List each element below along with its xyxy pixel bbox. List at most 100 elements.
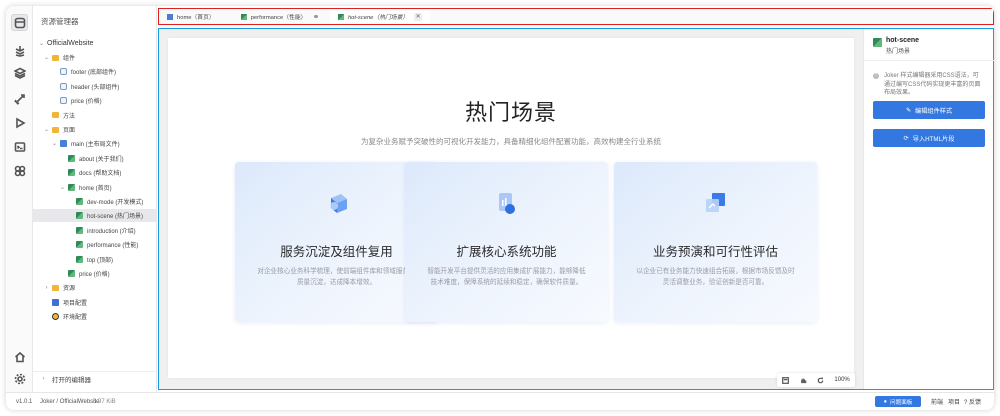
problems-icon: ● [883,398,887,405]
tree-item-label: 资源 [63,286,76,293]
tree-item-label: home (首页) [79,185,112,192]
tab-home[interactable]: home（首页） [159,10,223,24]
page-icon [68,183,75,191]
explorer-title: 资源管理器 [41,17,79,26]
tree-item-label: about (关于我们) [79,156,124,163]
tree-item-label: dev-mode (开发模式) [87,200,144,206]
home-icon[interactable] [11,348,28,365]
explorer-icon[interactable] [11,14,28,31]
tree-item[interactable]: ⌄ home (首页) [33,181,156,194]
tree-item[interactable]: header (头部组件) [33,80,156,93]
layers-icon[interactable] [11,64,28,81]
project-button[interactable]: 项目 [948,397,960,406]
tree-item[interactable]: top (顶部) [33,253,156,266]
tree-item[interactable]: price (价格) [33,94,156,107]
tree-item[interactable]: footer (底部组件) [33,65,156,78]
plugins-icon[interactable] [11,162,28,179]
tree-item[interactable]: › 资源 [33,281,156,294]
comp-icon [60,68,67,76]
tree-item-label: 组件 [63,56,76,62]
tree-item[interactable]: 环境配置 [33,310,156,323]
tree-item-label: 页面 [63,128,76,134]
tab-performance[interactable]: performance（性能） [233,10,326,24]
folder-icon [52,54,59,61]
edit-icon: ✎ [905,106,912,114]
frontend-button[interactable]: 前端 [931,397,943,406]
chevron-right-icon: › [45,284,48,291]
tree-item[interactable]: dev-mode (开发模式) [33,195,156,208]
close-icon[interactable]: ✕ [414,12,423,21]
scene-card-2[interactable]: 扩展核心系统功能 智能开发平台提供灵活的应用集成扩展能力，能够降低技术难度，保障… [405,162,608,322]
tree-item[interactable]: price (价格) [33,267,156,280]
tree-item-label: footer (底部组件) [71,70,117,77]
zoom-level[interactable]: 100% [834,377,849,383]
component-subtitle: 热门场景 [886,49,911,55]
env-icon [52,313,59,321]
chevron-right-icon: › [42,375,45,382]
ruler-icon[interactable] [782,376,790,384]
tree-item[interactable]: introduction (介绍) [33,224,156,237]
refresh-icon[interactable] [817,376,824,384]
tree-item-label: main (主布局文件) [71,142,120,149]
folder-icon [52,112,59,119]
tree-item-label: hot-scene (热门场景) [87,214,144,221]
settings-icon[interactable] [11,370,28,387]
edit-style-button[interactable]: ✎ 编辑组件样式 [873,101,985,119]
file-size: 6.97 KiB [93,398,116,405]
folder-icon [52,126,59,133]
console-icon[interactable] [11,138,28,155]
tree-item[interactable]: ⌄ 页面 [33,123,156,136]
tree-item[interactable]: hot-scene (热门场景) [33,209,156,223]
chevron-down-icon: ⌄ [43,55,50,61]
problems-panel-button[interactable]: ● 问题面板 [875,396,921,407]
tree-item[interactable]: about (关于我们) [33,152,156,165]
tree-item[interactable]: 项目配置 [33,296,156,309]
properties-panel: hot-scene 热门场景 ! Joker 样式编辑器采用CSS语法，可通过编… [863,29,994,389]
comp-icon [60,82,67,90]
tree-item-label: price (价格) [71,99,102,106]
chevron-down-icon: ⌄ [59,184,66,191]
tree-item[interactable]: ⌄ main (主布局文件) [33,137,156,150]
editor-area: 热门场景 为复杂业务赋予突破性的可视化开发能力，具备精细化组件配置功能，高效构建… [158,28,994,390]
tree-item-label: introduction (介绍) [87,228,136,235]
info-icon: ! [873,73,879,79]
import-icon: ⟳ [903,134,909,142]
page-icon [337,13,344,20]
open-editors-section[interactable]: › 打开的编辑器 [33,371,156,385]
tree-item-label: 环境配置 [63,315,88,322]
feedback-button[interactable]: ? 反馈 [964,397,981,406]
scene-card-3[interactable]: 业务预演和可行性评估 以企业已有业务能力快速组合拓展，根据市场反馈及时灵活调整业… [614,162,817,322]
comp-icon [60,97,67,105]
run-icon[interactable] [11,114,28,131]
evaluate-icon [706,193,725,212]
tree-item-label: header (头部组件) [71,84,120,91]
tree-item[interactable]: docs (帮助文档) [33,166,156,179]
rocket-icon[interactable] [11,90,28,107]
modified-dot-icon [314,14,318,19]
import-html-button[interactable]: ⟳ 导入HTML片段 [873,129,985,147]
components-icon[interactable] [11,42,28,59]
project-root[interactable]: ⌄ OfficialWebsite [33,37,156,50]
tree-item[interactable]: performance (性能) [33,238,156,251]
tree-item[interactable]: 方法 [33,109,156,122]
design-canvas[interactable]: 热门场景 为复杂业务赋予突破性的可视化开发能力，具备精细化组件配置功能，高效构建… [168,38,854,378]
chevron-down-icon: ⌄ [38,41,45,47]
version-label: v1.0.1 [16,398,33,405]
mainpage-icon [60,140,67,148]
hero-title: 热门场景 [464,100,557,125]
project-breadcrumb[interactable]: Joker / OfficialWebsite [40,399,99,405]
page-icon [167,13,173,20]
tab-hot-scene[interactable]: hot-scene（热门场景） ✕ [329,9,431,24]
props-header: hot-scene 热门场景 [864,29,994,61]
cube-icon [330,194,347,213]
hand-icon[interactable] [800,377,807,384]
zoom-toolbar: 100% [777,373,855,387]
document-chart-icon [499,193,515,214]
tree-item[interactable]: ⌄ 组件 [33,51,156,64]
